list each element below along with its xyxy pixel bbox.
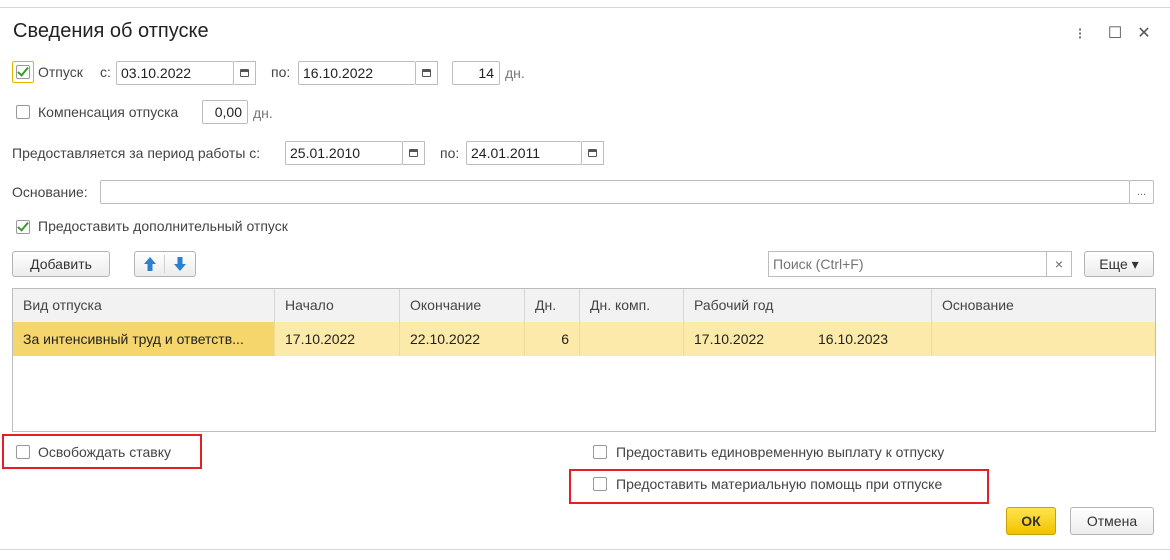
lump-sum-label: Предоставить единовременную выплату к от…	[616, 444, 945, 460]
lump-sum-checkbox[interactable]	[593, 445, 607, 459]
material-aid-label: Предоставить материальную помощь при отп…	[616, 476, 943, 492]
basis-label: Основание:	[12, 184, 88, 200]
release-rate-label: Освобождать ставку	[38, 444, 171, 460]
basis-field[interactable]	[100, 180, 1130, 204]
cell-days[interactable]: 6	[525, 322, 580, 356]
period-to-label: по:	[440, 145, 460, 161]
compensation-label: Компенсация отпуска	[38, 104, 179, 120]
compensation-days-field[interactable]: 0,00	[202, 100, 248, 124]
calendar-icon[interactable]	[416, 61, 438, 85]
compensation-checkbox[interactable]	[16, 105, 30, 119]
vacation-days-suffix: дн.	[505, 65, 525, 81]
column-header[interactable]: Окончание	[400, 289, 525, 322]
bottom-border	[0, 549, 1170, 550]
period-label: Предоставляется за период работы с:	[12, 145, 261, 161]
search-input[interactable]	[768, 251, 1046, 277]
additional-vacation-checkbox[interactable]	[16, 220, 30, 234]
calendar-icon[interactable]	[403, 141, 425, 165]
cancel-button[interactable]: Отмена	[1070, 507, 1154, 535]
more-menu-icon[interactable]: ⁝	[1072, 24, 1088, 44]
table-row[interactable]: За интенсивный труд и ответств... 17.10.…	[13, 322, 1155, 356]
material-aid-checkbox[interactable]	[593, 477, 607, 491]
column-header[interactable]: Основание	[932, 289, 1155, 322]
column-header[interactable]: Дн.	[525, 289, 580, 322]
top-border	[0, 7, 1170, 8]
cell-start[interactable]: 17.10.2022	[275, 322, 400, 356]
arrow-down-icon	[174, 257, 186, 271]
period-from-field[interactable]: 25.01.2010	[285, 141, 403, 165]
compensation-days-suffix: дн.	[253, 105, 273, 121]
vacation-table[interactable]: Вид отпуска Начало Окончание Дн. Дн. ком…	[12, 288, 1156, 432]
vacation-label: Отпуск	[38, 64, 83, 80]
table-header: Вид отпуска Начало Окончание Дн. Дн. ком…	[13, 289, 1155, 323]
column-header[interactable]: Дн. комп.	[580, 289, 684, 322]
add-button[interactable]: Добавить	[12, 251, 110, 277]
basis-select-button[interactable]: ...	[1129, 180, 1154, 204]
arrow-up-icon	[144, 257, 156, 271]
vacation-days-field[interactable]: 14	[452, 61, 500, 85]
column-header[interactable]: Вид отпуска	[13, 289, 275, 322]
vacation-checkbox[interactable]	[16, 65, 30, 79]
calendar-icon[interactable]	[582, 141, 604, 165]
more-button[interactable]: Еще ▾	[1084, 251, 1154, 277]
release-rate-checkbox[interactable]	[16, 445, 30, 459]
vacation-from-label: с:	[100, 64, 111, 80]
vacation-to-field[interactable]: 16.10.2022	[298, 61, 416, 85]
vacation-from-field[interactable]: 03.10.2022	[116, 61, 234, 85]
window-title: Сведения об отпуске	[13, 20, 209, 42]
cell-comp-days[interactable]	[580, 322, 684, 356]
cell-basis[interactable]	[932, 322, 1155, 356]
cell-work-year-to[interactable]: 16.10.2023	[808, 322, 932, 356]
period-to-field[interactable]: 24.01.2011	[466, 141, 582, 165]
additional-vacation-label: Предоставить дополнительный отпуск	[38, 218, 288, 234]
calendar-icon[interactable]	[234, 61, 256, 85]
search-clear-button[interactable]: ×	[1046, 251, 1072, 277]
close-icon[interactable]: ✕	[1136, 23, 1152, 43]
maximize-icon[interactable]: ☐	[1107, 23, 1123, 43]
column-header[interactable]: Рабочий год	[684, 289, 932, 322]
cell-end[interactable]: 22.10.2022	[400, 322, 525, 356]
move-down-button[interactable]	[165, 251, 195, 277]
vacation-to-label: по:	[271, 64, 291, 80]
cell-kind[interactable]: За интенсивный труд и ответств...	[13, 322, 275, 356]
move-up-button[interactable]	[135, 251, 165, 277]
cell-work-year-from[interactable]: 17.10.2022	[684, 322, 808, 356]
column-header[interactable]: Начало	[275, 289, 400, 322]
ok-button[interactable]: ОК	[1006, 507, 1056, 535]
